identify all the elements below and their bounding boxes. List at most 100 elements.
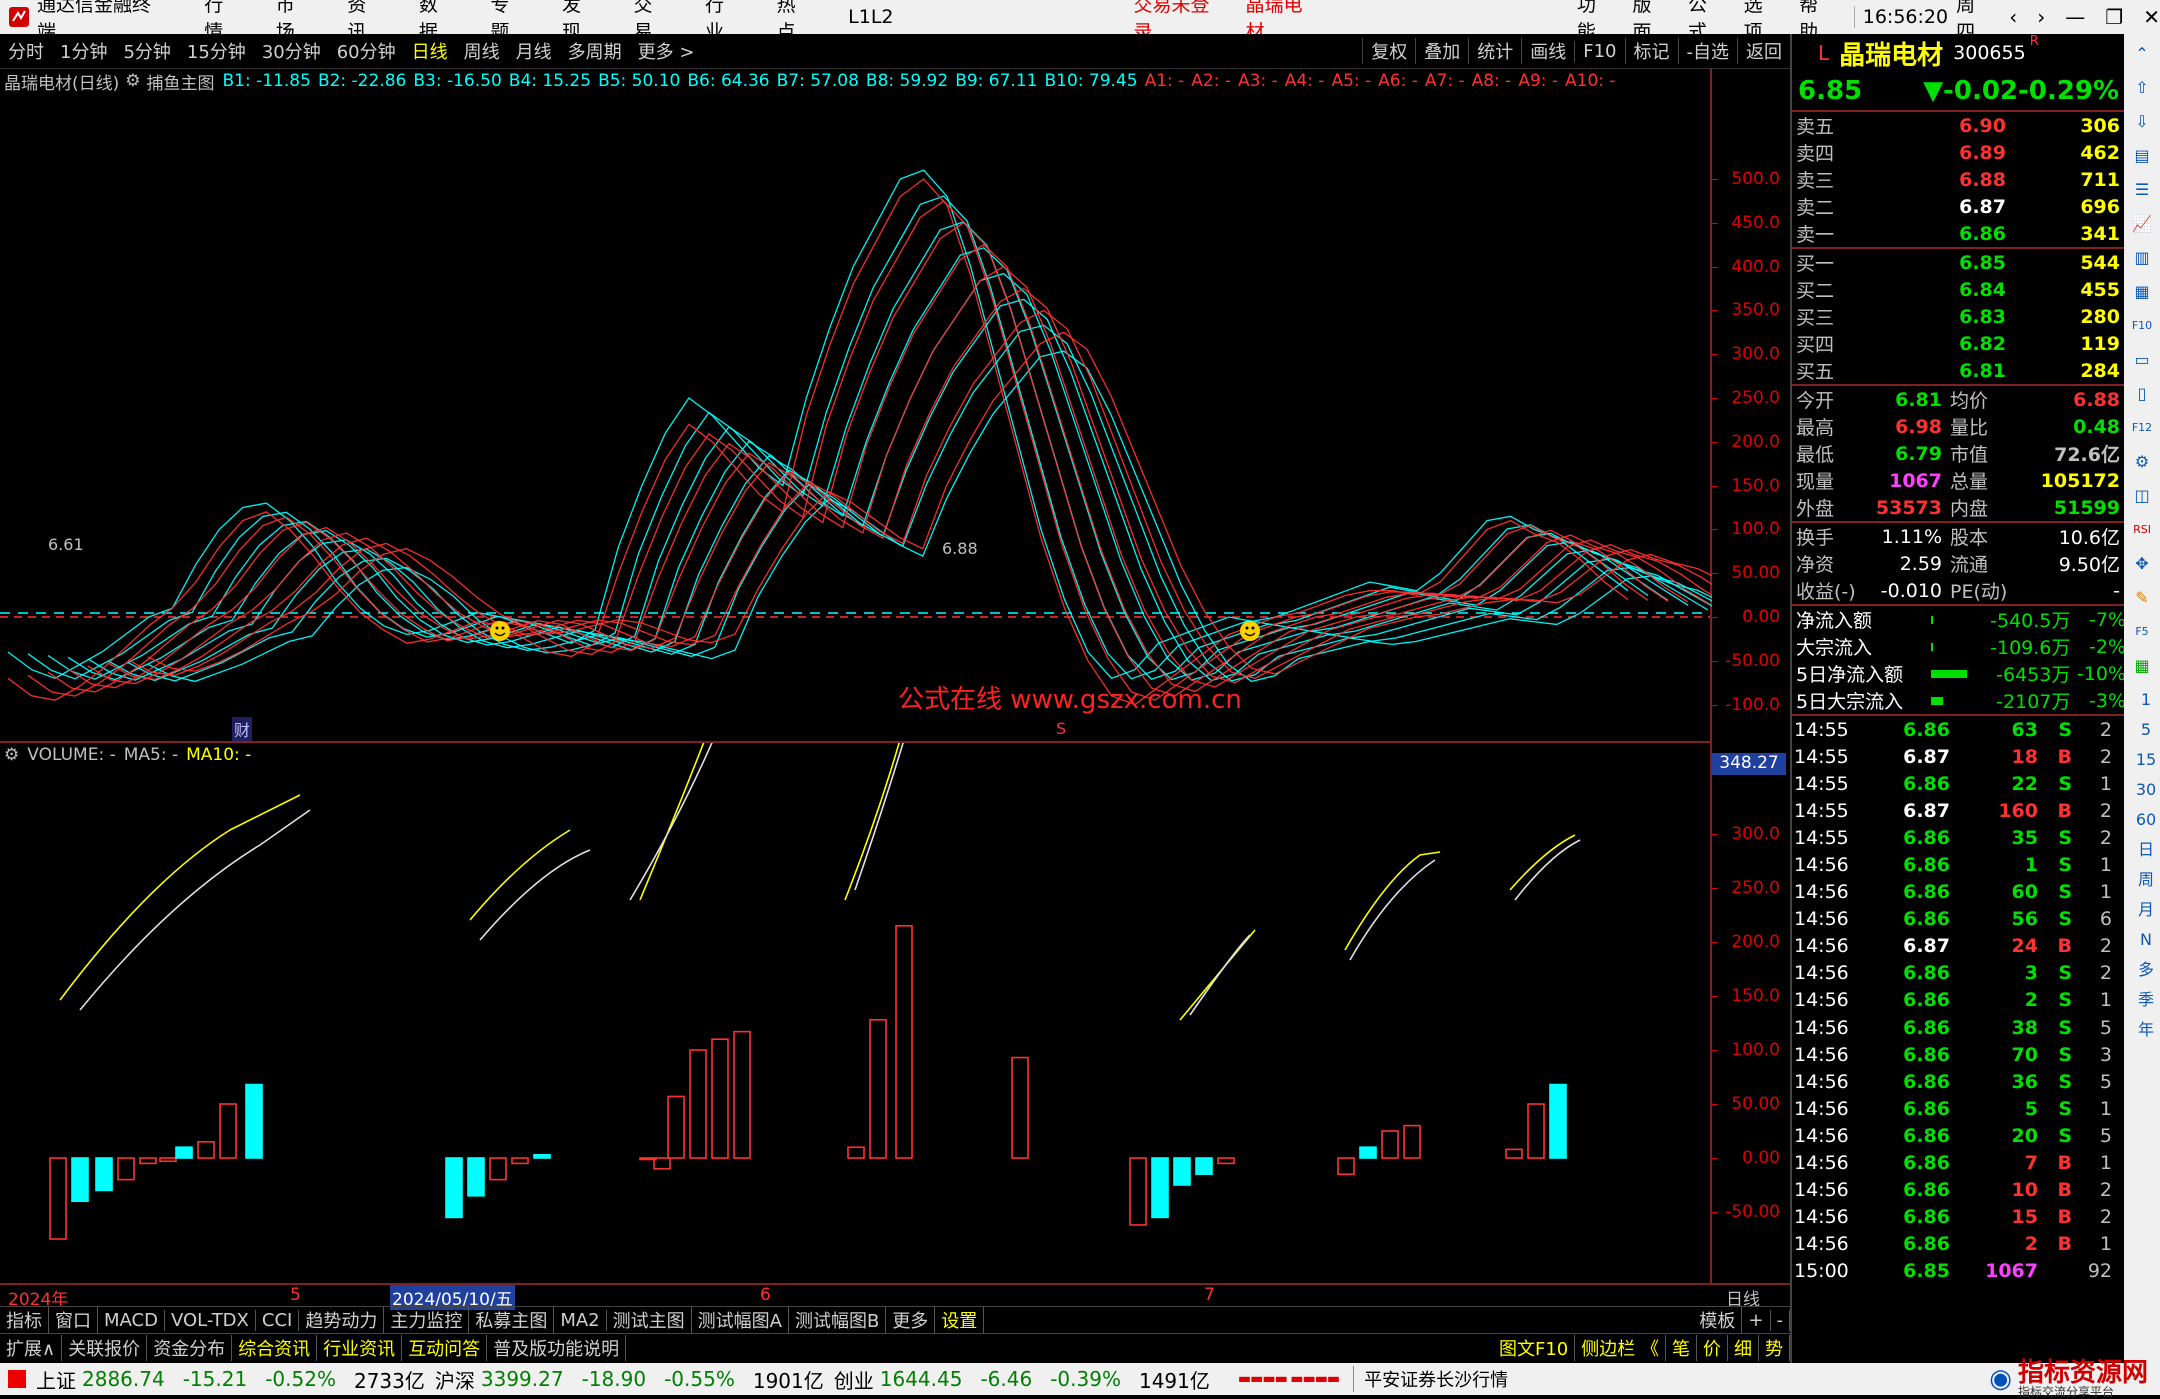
volume-chart-panel[interactable]: ⚙ VOLUME: - MA5: - MA10: - 348.27	[0, 743, 1786, 1283]
period-tab[interactable]: 更多 >	[630, 38, 703, 64]
info-tab[interactable]: 普及版功能说明	[487, 1335, 627, 1361]
indicator-tab[interactable]: 私募主图	[469, 1307, 555, 1333]
restore-icon[interactable]: ❐	[2105, 5, 2123, 29]
side-tab[interactable]: 笔	[1666, 1335, 1697, 1361]
toolbar-button[interactable]: 画线	[1521, 38, 1574, 64]
side-tab[interactable]: 图文F10	[1493, 1335, 1576, 1361]
book-row[interactable]: 买三 6.83 280	[1792, 303, 2126, 330]
side-tab[interactable]: 价	[1697, 1335, 1728, 1361]
menu-item[interactable]: L1L2	[848, 6, 893, 28]
indicator-tab[interactable]: MA2	[554, 1309, 607, 1331]
candle-icon[interactable]: ▥	[2128, 244, 2156, 272]
info-tab[interactable]: 行业资讯	[317, 1335, 403, 1361]
book-row[interactable]: 卖二 6.87 696	[1792, 193, 2126, 220]
toolbar-button[interactable]: 标记	[1624, 38, 1678, 64]
book-row[interactable]: 卖五 6.90 306	[1792, 112, 2126, 139]
period-tab[interactable]: 多周期	[560, 38, 630, 64]
strip-period[interactable]: 年	[2132, 1016, 2160, 1046]
toolbar-button[interactable]: F10	[1574, 40, 1624, 62]
index-name[interactable]: 上证	[36, 1365, 76, 1394]
gear-icon[interactable]: ⚙	[2128, 448, 2156, 476]
period-tab[interactable]: 分时	[0, 38, 52, 64]
chart-icon[interactable]: ▤	[2128, 142, 2156, 170]
period-tab[interactable]: 5分钟	[115, 38, 178, 64]
rsi-icon[interactable]: RSI	[2128, 516, 2156, 544]
book-row[interactable]: 买二 6.84 455	[1792, 276, 2126, 303]
layers-icon[interactable]: ◫	[2128, 482, 2156, 510]
template-button[interactable]: 模板	[1693, 1307, 1743, 1333]
toolbar-button[interactable]: 复权	[1362, 38, 1415, 64]
grid-icon[interactable]: ▦	[2128, 278, 2156, 306]
strip-period[interactable]: 季	[2132, 986, 2160, 1016]
forward-icon[interactable]: ›	[2037, 5, 2045, 29]
strip-period[interactable]: N	[2132, 926, 2160, 956]
bars-icon[interactable]: ▦	[2128, 652, 2156, 680]
strip-period[interactable]: 15	[2132, 746, 2160, 776]
f12-icon[interactable]: F12	[2128, 414, 2156, 442]
main-chart-panel[interactable]: 晶瑞电材(日线) ⚙ 捕鱼主图 B1: -11.85 B2: -22.86 B3: …	[0, 69, 1712, 743]
period-tab[interactable]: 60分钟	[329, 38, 404, 64]
strip-period[interactable]: 60	[2132, 806, 2160, 836]
book-row[interactable]: 卖一 6.86 341	[1792, 220, 2126, 247]
minimize-icon[interactable]: —	[2065, 5, 2085, 29]
f5-icon[interactable]: F5	[2128, 618, 2156, 646]
indicator-tab[interactable]: 主力监控	[384, 1307, 470, 1333]
finance-marker[interactable]: 财	[232, 717, 253, 741]
toolbar-button[interactable]: 返回	[1737, 38, 1790, 64]
toolbar-button[interactable]: 叠加	[1415, 38, 1468, 64]
index-name[interactable]: 创业	[834, 1365, 874, 1394]
back-icon[interactable]: ‹	[2009, 5, 2017, 29]
indicator-tab[interactable]: 设置	[935, 1307, 985, 1333]
collapse-icon[interactable]: ⌃	[2128, 40, 2156, 68]
index-name[interactable]: 沪深	[435, 1365, 475, 1394]
doc-icon[interactable]: ▭	[2128, 346, 2156, 374]
toolbar-button[interactable]: -自选	[1677, 38, 1738, 64]
strip-period[interactable]: 多	[2132, 956, 2160, 986]
close-icon[interactable]: ✕	[2143, 5, 2160, 29]
volume-chart-canvas[interactable]	[0, 743, 1712, 1283]
book-row[interactable]: 买五 6.81 284	[1792, 357, 2126, 384]
pen-icon[interactable]: ✎	[2128, 584, 2156, 612]
strip-period[interactable]: 30	[2132, 776, 2160, 806]
strip-period[interactable]: 1	[2132, 686, 2160, 716]
period-tab[interactable]: 30分钟	[254, 38, 329, 64]
period-tab[interactable]: 日线	[404, 38, 456, 64]
info-tab[interactable]: 扩展∧	[0, 1335, 63, 1361]
indicator-tab[interactable]: 测试幅图B	[789, 1307, 887, 1333]
strip-period[interactable]: 5	[2132, 716, 2160, 746]
arrow-up-icon[interactable]: ⇧	[2128, 74, 2156, 102]
strip-period[interactable]: 月	[2132, 896, 2160, 926]
arrow-down-icon[interactable]: ⇩	[2128, 108, 2156, 136]
book-row[interactable]: 卖三 6.88 711	[1792, 166, 2126, 193]
info-tab[interactable]: 综合资讯	[232, 1335, 318, 1361]
info-tab[interactable]: 互动问答	[402, 1335, 488, 1361]
f10-icon[interactable]: F10	[2128, 312, 2156, 340]
period-tab[interactable]: 15分钟	[179, 38, 254, 64]
indicator-tab[interactable]: 测试幅图A	[692, 1307, 789, 1333]
indicator-tab[interactable]: CCI	[256, 1309, 300, 1331]
indicator-tab[interactable]: MACD	[98, 1309, 165, 1331]
indicator-tab[interactable]: 指标	[0, 1307, 49, 1333]
template-button[interactable]: -	[1771, 1309, 1790, 1331]
toolbar-button[interactable]: 统计	[1468, 38, 1521, 64]
indicator-tab[interactable]: 窗口	[49, 1307, 98, 1333]
info-tab[interactable]: 资金分布	[147, 1335, 233, 1361]
page-icon[interactable]: ▯	[2128, 380, 2156, 408]
indicator-tab[interactable]: VOL-TDX	[165, 1309, 256, 1331]
line-chart-icon[interactable]: 📈	[2128, 210, 2156, 238]
period-tab[interactable]: 周线	[456, 38, 508, 64]
book-row[interactable]: 买一 6.85 544	[1792, 249, 2126, 276]
book-row[interactable]: 卖四 6.89 462	[1792, 139, 2126, 166]
side-tab[interactable]: 势	[1759, 1335, 1790, 1361]
indicator-tab[interactable]: 测试主图	[607, 1307, 692, 1333]
signal-marker[interactable]: S	[1056, 719, 1066, 738]
move-icon[interactable]: ✥	[2128, 550, 2156, 578]
period-tab[interactable]: 1分钟	[52, 38, 115, 64]
indicator-tab[interactable]: 趋势动力	[299, 1307, 385, 1333]
list-icon[interactable]: ☰	[2128, 176, 2156, 204]
side-tab[interactable]: 细	[1728, 1335, 1759, 1361]
strip-period[interactable]: 日	[2132, 836, 2160, 866]
main-chart-canvas[interactable]	[0, 69, 1712, 741]
template-button[interactable]: +	[1742, 1309, 1771, 1331]
strip-period[interactable]: 周	[2132, 866, 2160, 896]
